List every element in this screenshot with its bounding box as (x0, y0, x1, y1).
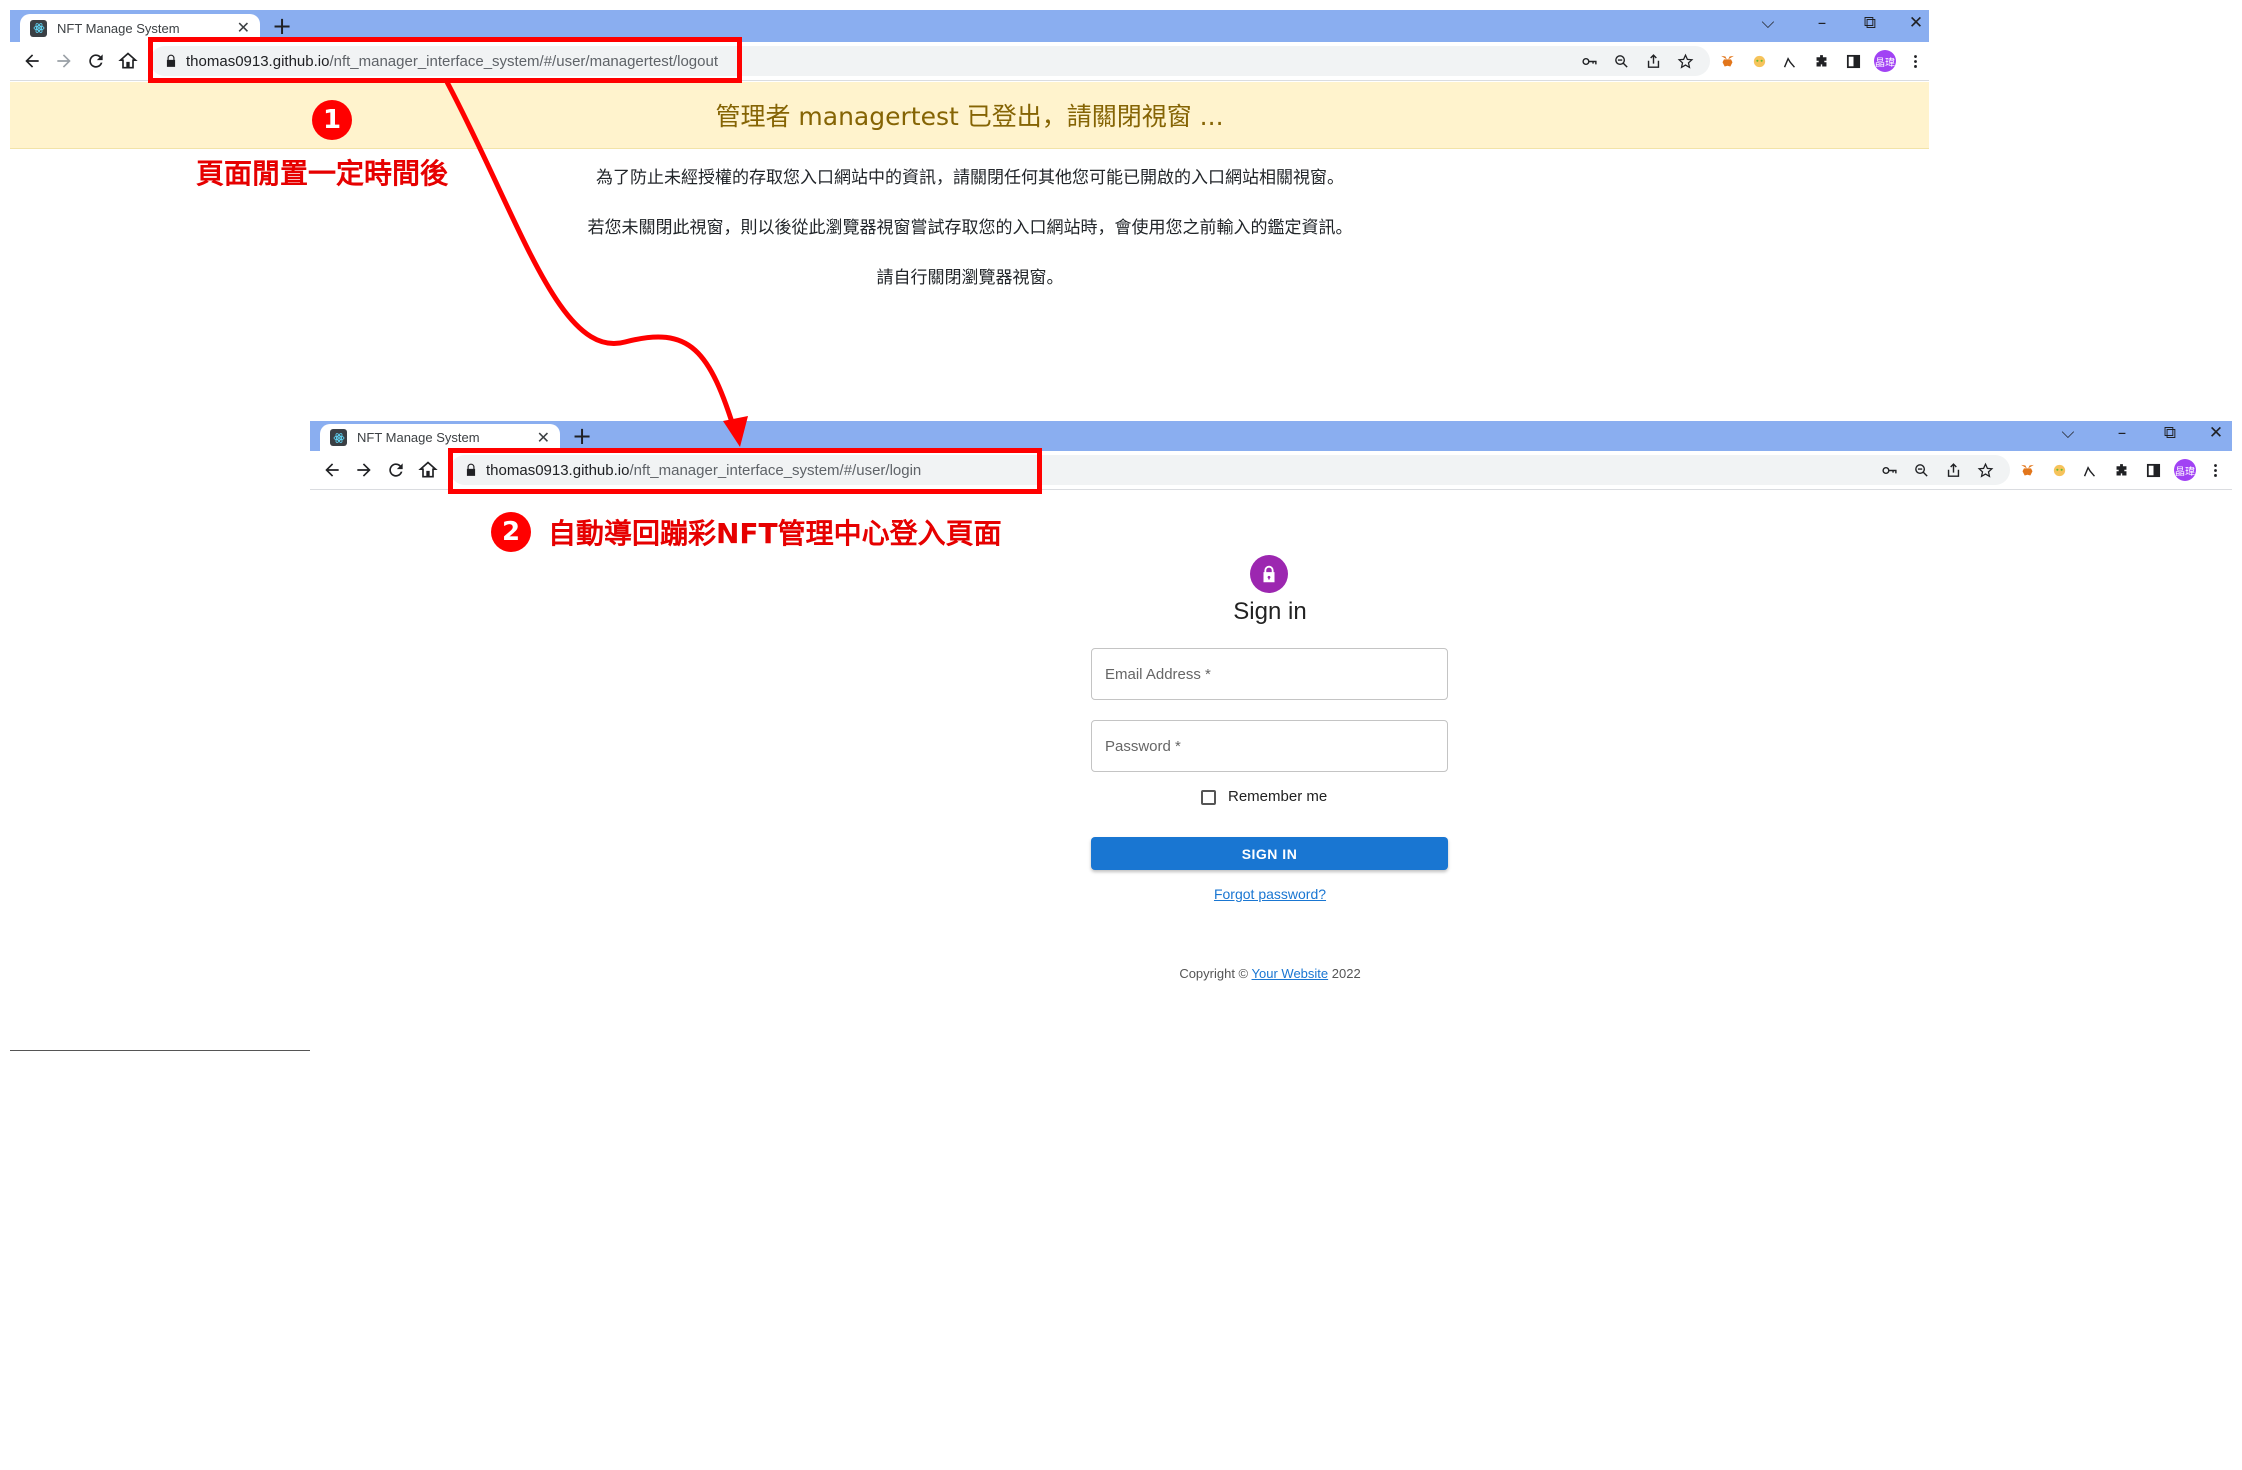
redirect-arrow (444, 80, 748, 447)
